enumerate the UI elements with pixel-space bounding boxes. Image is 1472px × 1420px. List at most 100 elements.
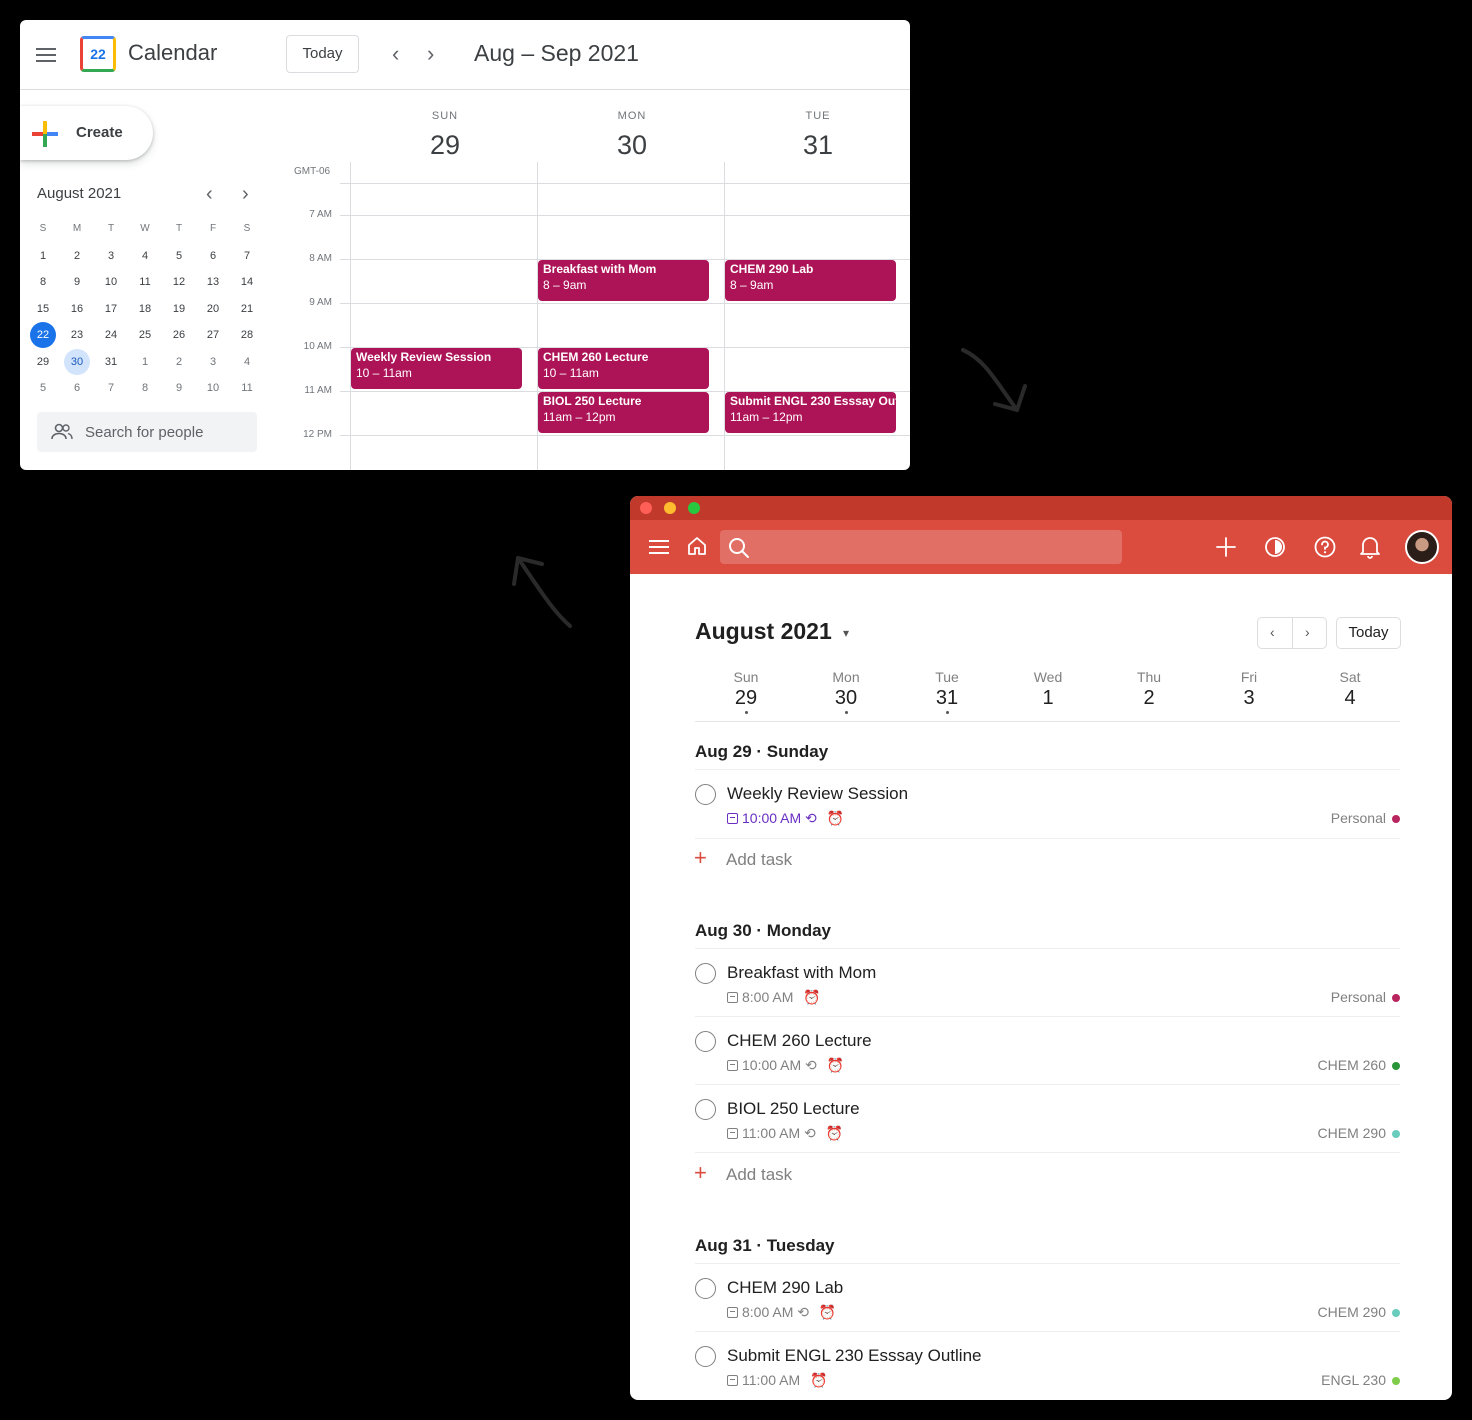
search-people-input[interactable]: Search for people <box>37 412 257 452</box>
task-name[interactable]: Submit ENGL 230 Esssay Outline <box>727 1346 982 1366</box>
mini-calendar-day[interactable]: 12 <box>166 269 192 295</box>
day-header-tue[interactable]: TUE 31 <box>725 110 910 161</box>
mini-calendar-day[interactable]: 16 <box>64 296 90 322</box>
mini-calendar-day[interactable]: 4 <box>132 243 158 269</box>
mini-calendar-day[interactable]: 9 <box>64 269 90 295</box>
productivity-icon[interactable] <box>1264 536 1286 558</box>
task-due[interactable]: 10:00 AM ⟲ ⏰ <box>727 810 844 827</box>
mini-calendar-day[interactable]: 3 <box>98 243 124 269</box>
event-weekly-review-session[interactable]: Weekly Review Session 10 – 11am <box>351 348 522 389</box>
chevron-down-icon[interactable]: ▾ <box>843 626 849 640</box>
week-day-sun[interactable]: Sun 29 <box>706 669 786 714</box>
mini-calendar-day[interactable]: 25 <box>132 322 158 348</box>
task-project[interactable]: CHEM 290 <box>1318 1304 1400 1320</box>
task-name[interactable]: Breakfast with Mom <box>727 963 876 983</box>
mini-calendar-day[interactable]: 6 <box>200 243 226 269</box>
add-task-button[interactable]: Add task <box>726 1165 792 1185</box>
task-checkbox[interactable] <box>695 784 716 805</box>
day-header-sun[interactable]: SUN 29 <box>352 110 538 161</box>
mini-calendar-day[interactable]: 29 <box>30 349 56 375</box>
add-task-plus-icon[interactable]: + <box>694 1162 707 1184</box>
mini-calendar-day[interactable]: 17 <box>98 296 124 322</box>
event-breakfast-with-mom[interactable]: Breakfast with Mom 8 – 9am <box>538 260 709 301</box>
task-due[interactable]: 11:00 AM ⏰ <box>727 1372 827 1389</box>
mini-calendar-day[interactable]: 18 <box>132 296 158 322</box>
mini-calendar-day[interactable]: 5 <box>30 375 56 401</box>
event-chem-290-lab[interactable]: CHEM 290 Lab 8 – 9am <box>725 260 896 301</box>
mini-calendar-day[interactable]: 11 <box>132 269 158 295</box>
week-day-wed[interactable]: Wed 1 <box>1008 669 1088 710</box>
task-due[interactable]: 8:00 AM ⏰ <box>727 989 821 1006</box>
mini-calendar-day[interactable]: 13 <box>200 269 226 295</box>
task-project[interactable]: Personal <box>1331 810 1400 826</box>
mini-calendar-day[interactable]: 28 <box>234 322 260 348</box>
mini-calendar-day[interactable]: 23 <box>64 322 90 348</box>
mini-calendar-day[interactable]: 6 <box>64 375 90 401</box>
mini-calendar-day[interactable]: 1 <box>132 349 158 375</box>
month-title[interactable]: August 2021 <box>695 618 832 645</box>
notifications-icon[interactable] <box>1359 535 1381 559</box>
mini-calendar-day[interactable]: 15 <box>30 296 56 322</box>
mini-calendar-day[interactable]: 5 <box>166 243 192 269</box>
task-checkbox[interactable] <box>695 1278 716 1299</box>
task-checkbox[interactable] <box>695 1346 716 1367</box>
task-name[interactable]: Weekly Review Session <box>727 784 908 804</box>
event-submit-engl-230-essay-outline[interactable]: Submit ENGL 230 Esssay Outline 11am – 12… <box>725 392 896 433</box>
mini-calendar-day[interactable]: 2 <box>166 349 192 375</box>
task-checkbox[interactable] <box>695 1099 716 1120</box>
next-week-icon[interactable]: › <box>1305 624 1310 640</box>
mini-calendar-day[interactable]: 26 <box>166 322 192 348</box>
user-avatar[interactable] <box>1405 530 1439 564</box>
task-project[interactable]: CHEM 260 <box>1318 1057 1400 1073</box>
week-day-thu[interactable]: Thu 2 <box>1109 669 1189 710</box>
mini-calendar-day[interactable]: 4 <box>234 349 260 375</box>
close-window-button[interactable] <box>640 502 652 514</box>
search-input[interactable] <box>720 530 1122 564</box>
mini-calendar-day[interactable]: 3 <box>200 349 226 375</box>
day-header-mon[interactable]: MON 30 <box>539 110 725 161</box>
task-project[interactable]: Personal <box>1331 989 1400 1005</box>
mini-calendar-day[interactable]: 2 <box>64 243 90 269</box>
mini-prev-month-icon[interactable]: ‹ <box>206 183 213 205</box>
today-button[interactable]: Today <box>286 35 359 73</box>
mini-calendar-day[interactable]: 22 <box>30 322 56 348</box>
home-icon[interactable] <box>686 535 708 557</box>
task-project[interactable]: CHEM 290 <box>1318 1125 1400 1141</box>
task-name[interactable]: CHEM 290 Lab <box>727 1278 843 1298</box>
mini-calendar-day[interactable]: 7 <box>234 243 260 269</box>
task-due[interactable]: 8:00 AM ⟲ ⏰ <box>727 1304 836 1321</box>
task-checkbox[interactable] <box>695 963 716 984</box>
mini-calendar-day[interactable]: 9 <box>166 375 192 401</box>
previous-period-icon[interactable]: ‹ <box>392 43 399 65</box>
add-task-button[interactable]: Add task <box>726 850 792 870</box>
task-due[interactable]: 10:00 AM ⟲ ⏰ <box>727 1057 844 1074</box>
event-chem-260-lecture[interactable]: CHEM 260 Lecture 10 – 11am <box>538 348 709 389</box>
today-button[interactable]: Today <box>1336 617 1401 649</box>
mini-calendar-day[interactable]: 24 <box>98 322 124 348</box>
week-day-fri[interactable]: Fri 3 <box>1209 669 1289 710</box>
mini-calendar-day[interactable]: 1 <box>30 243 56 269</box>
week-day-sat[interactable]: Sat 4 <box>1310 669 1390 710</box>
week-day-mon[interactable]: Mon 30 <box>806 669 886 714</box>
mini-next-month-icon[interactable]: › <box>242 183 249 205</box>
task-due[interactable]: 11:00 AM ⟲ ⏰ <box>727 1125 843 1142</box>
add-task-icon[interactable] <box>1215 536 1237 558</box>
task-name[interactable]: CHEM 260 Lecture <box>727 1031 872 1051</box>
mini-calendar-day[interactable]: 21 <box>234 296 260 322</box>
create-button[interactable]: Create <box>20 106 153 160</box>
task-name[interactable]: BIOL 250 Lecture <box>727 1099 860 1119</box>
next-period-icon[interactable]: › <box>427 43 434 65</box>
add-task-plus-icon[interactable]: + <box>694 847 707 869</box>
mini-calendar-day[interactable]: 10 <box>200 375 226 401</box>
help-icon[interactable] <box>1314 536 1336 558</box>
mini-calendar-day[interactable]: 31 <box>98 349 124 375</box>
mini-calendar-day[interactable]: 8 <box>132 375 158 401</box>
mini-calendar-day[interactable]: 7 <box>98 375 124 401</box>
zoom-window-button[interactable] <box>688 502 700 514</box>
menu-icon[interactable] <box>649 540 669 554</box>
mini-calendar-day[interactable]: 11 <box>234 375 260 401</box>
main-menu-icon[interactable] <box>36 48 56 62</box>
task-checkbox[interactable] <box>695 1031 716 1052</box>
mini-calendar-day[interactable]: 27 <box>200 322 226 348</box>
mini-calendar-day[interactable]: 30 <box>64 348 90 375</box>
